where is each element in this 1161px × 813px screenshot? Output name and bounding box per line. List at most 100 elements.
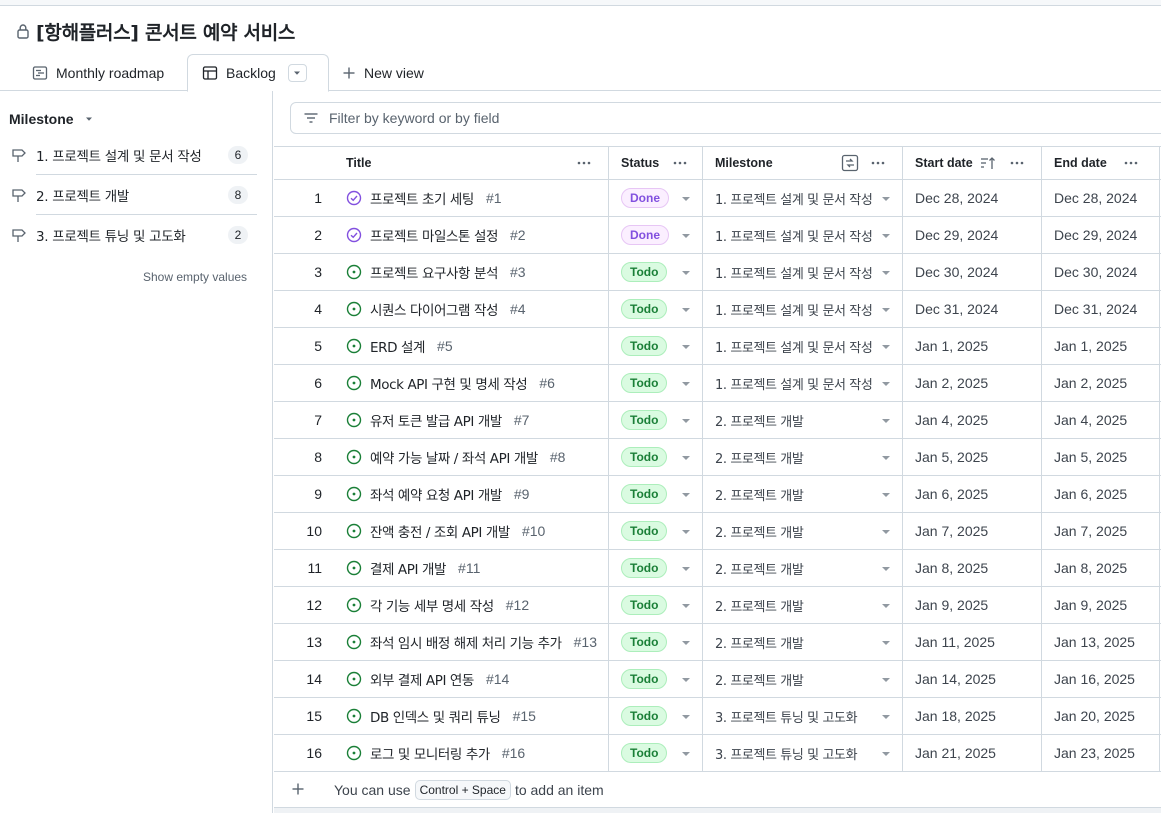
table-row[interactable]: 2 프로젝트 마일스톤 설정 #2 Done 1. 프로젝트 설계 및 문서 작성 Dec… — [274, 217, 1161, 254]
issue-title-link[interactable]: 로그 및 모니터링 추가 — [370, 743, 490, 763]
start-date-cell[interactable]: Jan 18, 2025 — [903, 698, 1042, 734]
status-cell[interactable]: Todo — [609, 476, 703, 512]
status-cell[interactable]: Todo — [609, 254, 703, 290]
chevron-down-icon[interactable] — [882, 567, 890, 571]
issue-title-link[interactable]: 결제 API 개발 — [370, 558, 446, 578]
chevron-down-icon[interactable] — [682, 345, 690, 349]
title-cell[interactable]: DB 인덱스 및 쿼리 튜닝 #15 — [334, 698, 609, 734]
horizontal-scrollbar[interactable] — [274, 808, 1161, 813]
more-options-icon[interactable] — [1123, 156, 1139, 170]
end-date-cell[interactable]: Jan 1, 2025 — [1042, 328, 1160, 364]
table-row[interactable]: 7 유저 토큰 발급 API 개발 #7 Todo 2. 프로젝트 개발 Jan 4, 2… — [274, 402, 1161, 439]
title-cell[interactable]: 로그 및 모니터링 추가 #16 — [334, 735, 609, 771]
end-date-cell[interactable]: Jan 7, 2025 — [1042, 513, 1160, 549]
column-header-start-date[interactable]: Start date — [903, 147, 1042, 179]
issue-title-link[interactable]: Mock API 구현 및 명세 작성 — [370, 373, 528, 393]
more-options-icon[interactable] — [1009, 156, 1025, 170]
status-cell[interactable]: Todo — [609, 698, 703, 734]
table-row[interactable]: 14 외부 결제 API 연동 #14 Todo 2. 프로젝트 개발 Jan 14, 2… — [274, 661, 1161, 698]
table-row[interactable]: 9 좌석 예약 요청 API 개발 #9 Todo 2. 프로젝트 개발 Jan 6, 2… — [274, 476, 1161, 513]
issue-title-link[interactable]: 시퀀스 다이어그램 작성 — [370, 299, 498, 319]
end-date-cell[interactable]: Dec 31, 2024 — [1042, 291, 1160, 327]
title-cell[interactable]: 프로젝트 요구사항 분석 #3 — [334, 254, 609, 290]
milestone-cell[interactable]: 1. 프로젝트 설계 및 문서 작성 — [703, 328, 903, 364]
end-date-cell[interactable]: Dec 29, 2024 — [1042, 217, 1160, 253]
status-cell[interactable]: Done — [609, 217, 703, 253]
sidebar-item-milestone-3[interactable]: 3. 프로젝트 튜닝 및 고도화 2 — [0, 215, 273, 255]
chevron-down-icon[interactable] — [882, 456, 890, 460]
issue-title-link[interactable]: DB 인덱스 및 쿼리 튜닝 — [370, 706, 501, 726]
end-date-cell[interactable]: Jan 13, 2025 — [1042, 624, 1160, 660]
milestone-cell[interactable]: 2. 프로젝트 개발 — [703, 550, 903, 586]
chevron-down-icon[interactable] — [682, 678, 690, 682]
chevron-down-icon[interactable] — [682, 567, 690, 571]
issue-title-link[interactable]: 프로젝트 초기 세팅 — [370, 188, 474, 208]
table-row[interactable]: 16 로그 및 모니터링 추가 #16 Todo 3. 프로젝트 튜닝 및 고도화 Jan… — [274, 735, 1161, 772]
chevron-down-icon[interactable] — [882, 382, 890, 386]
milestone-cell[interactable]: 3. 프로젝트 튜닝 및 고도화 — [703, 735, 903, 771]
start-date-cell[interactable]: Jan 1, 2025 — [903, 328, 1042, 364]
end-date-cell[interactable]: Jan 23, 2025 — [1042, 735, 1160, 771]
start-date-cell[interactable]: Jan 14, 2025 — [903, 661, 1042, 697]
tab-monthly-roadmap[interactable]: Monthly roadmap — [22, 54, 174, 91]
chevron-down-icon[interactable] — [882, 493, 890, 497]
chevron-down-icon[interactable] — [882, 345, 890, 349]
start-date-cell[interactable]: Dec 30, 2024 — [903, 254, 1042, 290]
milestone-cell[interactable]: 1. 프로젝트 설계 및 문서 작성 — [703, 291, 903, 327]
more-options-icon[interactable] — [672, 156, 688, 170]
table-row[interactable]: 4 시퀀스 다이어그램 작성 #4 Todo 1. 프로젝트 설계 및 문서 작성 Dec… — [274, 291, 1161, 328]
chevron-down-icon[interactable] — [882, 530, 890, 534]
status-cell[interactable]: Todo — [609, 587, 703, 623]
table-row[interactable]: 6 Mock API 구현 및 명세 작성 #6 Todo 1. 프로젝트 설계 및 문… — [274, 365, 1161, 402]
start-date-cell[interactable]: Jan 4, 2025 — [903, 402, 1042, 438]
end-date-cell[interactable]: Jan 4, 2025 — [1042, 402, 1160, 438]
table-row[interactable]: 15 DB 인덱스 및 쿼리 튜닝 #15 Todo 3. 프로젝트 튜닝 및 고도화 J… — [274, 698, 1161, 735]
title-cell[interactable]: 예약 가능 날짜 / 좌석 API 개발 #8 — [334, 439, 609, 475]
status-cell[interactable]: Todo — [609, 365, 703, 401]
milestone-cell[interactable]: 1. 프로젝트 설계 및 문서 작성 — [703, 217, 903, 253]
chevron-down-icon[interactable] — [882, 308, 890, 312]
tab-backlog[interactable]: Backlog — [187, 54, 329, 92]
end-date-cell[interactable]: Dec 28, 2024 — [1042, 180, 1160, 216]
end-date-cell[interactable]: Jan 5, 2025 — [1042, 439, 1160, 475]
milestone-cell[interactable]: 2. 프로젝트 개발 — [703, 476, 903, 512]
start-date-cell[interactable]: Dec 28, 2024 — [903, 180, 1042, 216]
chevron-down-icon[interactable] — [682, 641, 690, 645]
column-header-title[interactable]: Title — [334, 147, 609, 179]
chevron-down-icon[interactable] — [682, 752, 690, 756]
more-options-icon[interactable] — [576, 156, 592, 170]
issue-title-link[interactable]: 유저 토큰 발급 API 개발 — [370, 410, 502, 430]
plus-icon[interactable] — [291, 782, 305, 796]
filter-input[interactable]: Filter by keyword or by field — [329, 110, 499, 126]
table-row[interactable]: 5 ERD 설계 #5 Todo 1. 프로젝트 설계 및 문서 작성 Jan 1, 20… — [274, 328, 1161, 365]
title-cell[interactable]: 각 기능 세부 명세 작성 #12 — [334, 587, 609, 623]
chevron-down-icon[interactable] — [682, 419, 690, 423]
chevron-down-icon[interactable] — [882, 715, 890, 719]
chevron-down-icon[interactable] — [882, 604, 890, 608]
milestone-cell[interactable]: 1. 프로젝트 설계 및 문서 작성 — [703, 365, 903, 401]
status-cell[interactable]: Todo — [609, 291, 703, 327]
chevron-down-icon[interactable] — [882, 752, 890, 756]
end-date-cell[interactable]: Jan 20, 2025 — [1042, 698, 1160, 734]
sidebar-item-milestone-1[interactable]: 1. 프로젝트 설계 및 문서 작성 6 — [0, 135, 273, 175]
filter-bar[interactable]: Filter by keyword or by field — [290, 102, 1161, 134]
status-cell[interactable]: Done — [609, 180, 703, 216]
chevron-down-icon[interactable] — [682, 530, 690, 534]
title-cell[interactable]: 좌석 예약 요청 API 개발 #9 — [334, 476, 609, 512]
start-date-cell[interactable]: Dec 31, 2024 — [903, 291, 1042, 327]
issue-title-link[interactable]: 좌석 임시 배정 해제 처리 기능 추가 — [370, 632, 562, 652]
start-date-cell[interactable]: Jan 8, 2025 — [903, 550, 1042, 586]
milestone-cell[interactable]: 2. 프로젝트 개발 — [703, 439, 903, 475]
chevron-down-icon[interactable] — [882, 678, 890, 682]
column-header-status[interactable]: Status — [609, 147, 703, 179]
chevron-down-icon[interactable] — [682, 234, 690, 238]
view-options-button[interactable] — [287, 64, 307, 82]
chevron-down-icon[interactable] — [682, 382, 690, 386]
title-cell[interactable]: 유저 토큰 발급 API 개발 #7 — [334, 402, 609, 438]
start-date-cell[interactable]: Dec 29, 2024 — [903, 217, 1042, 253]
table-row[interactable]: 11 결제 API 개발 #11 Todo 2. 프로젝트 개발 Jan 8, 2025 J… — [274, 550, 1161, 587]
issue-title-link[interactable]: 좌석 예약 요청 API 개발 — [370, 484, 502, 504]
issue-title-link[interactable]: 프로젝트 요구사항 분석 — [370, 262, 498, 282]
end-date-cell[interactable]: Jan 9, 2025 — [1042, 587, 1160, 623]
add-item-row[interactable]: You can use Control + Space to add an it… — [274, 772, 1161, 808]
